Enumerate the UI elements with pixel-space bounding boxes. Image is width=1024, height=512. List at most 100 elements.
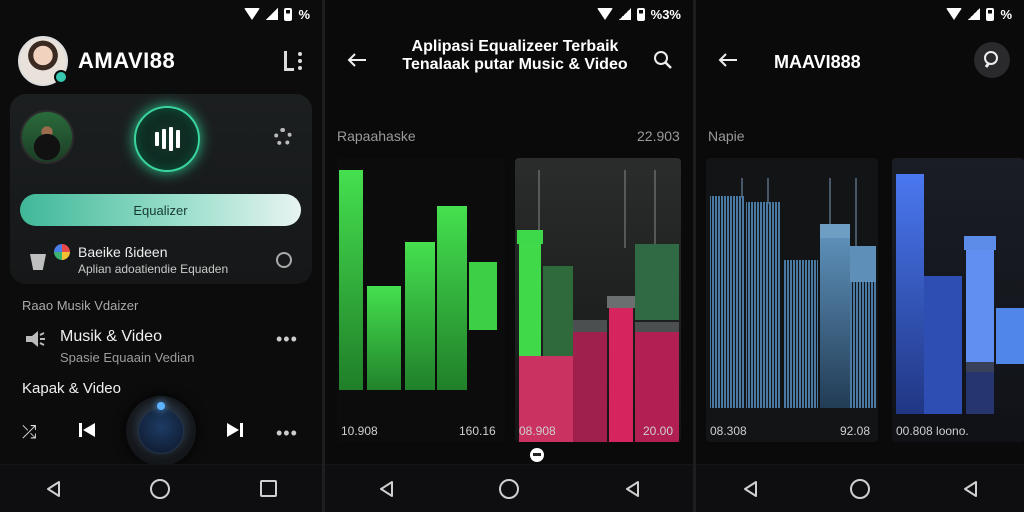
green-eq-panel xyxy=(337,158,505,442)
list-item-subtitle: Spasie Equaain Vedian xyxy=(60,350,195,365)
equalizer-toggle[interactable] xyxy=(134,106,200,172)
home-nav-icon[interactable] xyxy=(150,478,171,499)
value-label: 08.308 xyxy=(710,424,747,438)
eq-handle[interactable] xyxy=(635,244,679,256)
eq-bar[interactable] xyxy=(469,262,497,330)
trash-icon xyxy=(30,254,46,270)
eq-bar-icon xyxy=(154,132,159,146)
back-nav-icon[interactable] xyxy=(742,480,758,498)
eq-bar-icon xyxy=(175,130,180,148)
eq-bar[interactable] xyxy=(437,206,467,400)
player-controls: ⤮ ••• xyxy=(0,396,322,466)
status-bar: %3% xyxy=(596,4,681,24)
eq-bar[interactable] xyxy=(609,308,633,442)
eq-bar[interactable] xyxy=(543,266,573,356)
card-row-subtitle: Aplian adoatiendie Equaden xyxy=(78,262,229,276)
home-nav-icon[interactable] xyxy=(850,478,870,499)
value-label: 160.16 xyxy=(459,424,496,438)
eq-bar[interactable] xyxy=(635,256,679,320)
value-label: 92.08 xyxy=(840,424,871,438)
panel-label: Rapaahaske xyxy=(337,128,416,144)
status-bar: % xyxy=(244,4,310,24)
back-arrow-icon[interactable] xyxy=(347,52,367,68)
eq-bar[interactable] xyxy=(367,286,401,400)
knob-indicator xyxy=(157,402,165,410)
value-label: 10.908 xyxy=(341,424,378,438)
signal-icon xyxy=(968,8,981,20)
more-icon[interactable]: ••• xyxy=(276,424,298,442)
back-nav-icon[interactable] xyxy=(45,480,61,498)
gear-icon[interactable] xyxy=(274,128,292,146)
play-knob[interactable] xyxy=(126,396,196,466)
search-icon xyxy=(984,51,998,68)
panel-value: 22.903 xyxy=(637,128,680,144)
search-button[interactable] xyxy=(974,42,1010,78)
screen-equalizer: %3% Aplipasi Equalizeer Terbaik Tenalaak… xyxy=(325,0,693,512)
eq-bar[interactable] xyxy=(339,170,363,400)
knob-center xyxy=(138,408,184,454)
value-label: 00.808 loono. xyxy=(896,424,969,438)
eq-bar[interactable] xyxy=(924,276,962,422)
section-label: Raao Musik Vdaizer xyxy=(22,298,139,313)
eq-bar[interactable] xyxy=(966,250,994,362)
more-icon[interactable]: ••• xyxy=(276,330,298,348)
blue-eq-panel xyxy=(892,158,1024,442)
online-badge xyxy=(54,70,68,84)
eq-handle[interactable] xyxy=(850,246,876,282)
prev-icon[interactable] xyxy=(78,422,96,438)
profile-photo[interactable] xyxy=(20,110,74,164)
eq-bar[interactable] xyxy=(896,174,924,422)
eq-handle[interactable] xyxy=(635,322,679,332)
pink-eq-panel xyxy=(515,158,681,442)
back-nav-icon[interactable] xyxy=(378,480,394,498)
equalizer-button[interactable]: Equalizer xyxy=(20,194,301,226)
menu-icon[interactable] xyxy=(284,51,304,71)
green-eq-bars xyxy=(337,170,505,442)
wifi-icon xyxy=(596,8,613,20)
eq-bar[interactable] xyxy=(519,244,541,356)
eq-handle[interactable] xyxy=(517,230,543,244)
list-item-title[interactable]: Musik & Video xyxy=(60,328,162,346)
eq-bar[interactable] xyxy=(820,238,850,416)
header: AMAVI88 xyxy=(18,36,304,86)
card-row-title: Baeike ßideen xyxy=(78,244,168,260)
eq-handle[interactable] xyxy=(964,236,996,250)
eq-bar[interactable] xyxy=(573,332,607,442)
value-label: 08.908 xyxy=(519,424,556,438)
signal-icon xyxy=(618,8,631,20)
home-nav-icon[interactable] xyxy=(498,478,519,499)
screen-visualizer: % MAAVI888 Napie 08.308 92.08 00.808 loo… xyxy=(696,0,1024,512)
eq-bar[interactable] xyxy=(405,242,435,400)
eq-bar[interactable] xyxy=(784,260,818,416)
radio-button[interactable] xyxy=(276,252,292,268)
back-nav-icon[interactable] xyxy=(624,480,640,498)
back-arrow-icon[interactable] xyxy=(718,52,738,68)
eq-bar[interactable] xyxy=(710,196,744,416)
eq-handle[interactable] xyxy=(573,320,607,332)
recent-nav-icon[interactable] xyxy=(260,480,278,497)
shuffle-icon[interactable]: ⤮ xyxy=(22,422,36,443)
eq-bar[interactable] xyxy=(746,202,780,416)
eq-bar[interactable] xyxy=(996,308,1024,364)
eq-bar[interactable] xyxy=(850,282,876,416)
nav-bar xyxy=(696,464,1024,512)
speaker-icon xyxy=(24,330,46,348)
blue-eq-bars xyxy=(892,174,1024,442)
player-label: Kapak & Video xyxy=(22,380,121,397)
app-title: AMAVI88 xyxy=(78,48,176,73)
signal-icon xyxy=(266,8,279,20)
back-nav-icon[interactable] xyxy=(962,480,978,498)
eq-handle[interactable] xyxy=(607,296,635,308)
battery-icon xyxy=(636,7,645,21)
eq-handle[interactable] xyxy=(820,224,850,238)
screen-music-home: % AMAVI88 Equalizer Baeike ßideen Aplian… xyxy=(0,0,322,512)
eq-handle[interactable] xyxy=(966,362,994,372)
avatar[interactable] xyxy=(18,36,68,86)
search-icon[interactable] xyxy=(653,50,673,70)
equalizer-card: Equalizer Baeike ßideen Aplian adoatiend… xyxy=(10,94,312,284)
value-label: 20.00 xyxy=(643,424,674,438)
header: MAAVI888 xyxy=(696,34,1024,90)
next-icon[interactable] xyxy=(226,422,244,438)
drag-handle-icon[interactable] xyxy=(530,448,544,462)
wifi-icon xyxy=(946,8,963,20)
